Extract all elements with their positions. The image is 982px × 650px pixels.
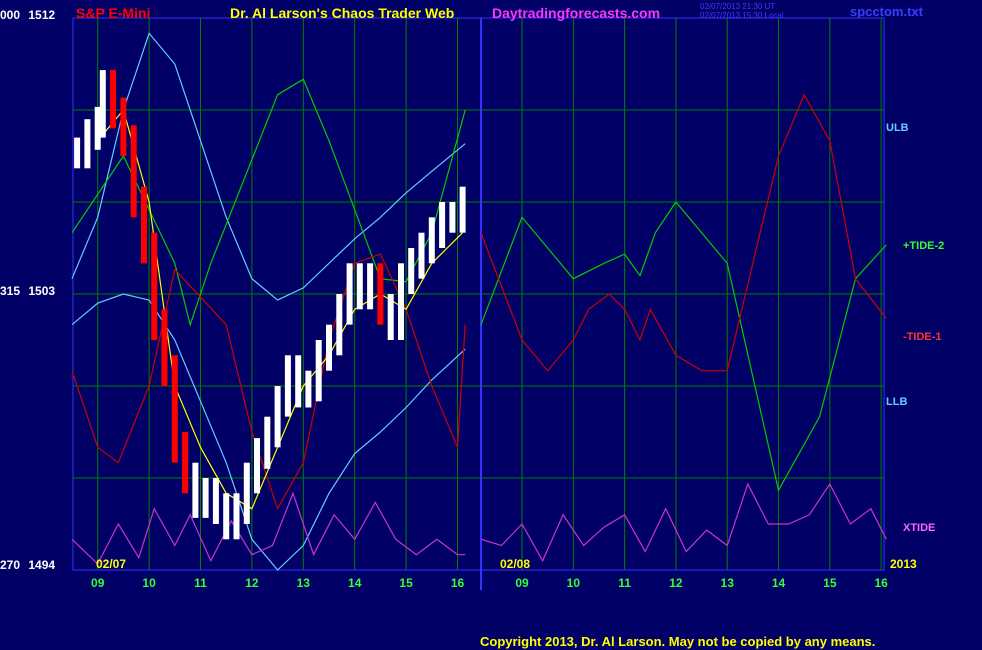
price-bar: [449, 202, 456, 233]
label-ulb: ULB: [886, 122, 909, 134]
data-file-name: spcctom.txt: [850, 4, 923, 19]
price-bar: [315, 340, 322, 402]
price-bar: [84, 119, 91, 169]
price-bar: [192, 462, 199, 518]
label-tide1: -TIDE-1: [903, 331, 942, 343]
price-bar: [326, 324, 332, 371]
price-bar: [295, 355, 302, 408]
price-bar: [202, 478, 209, 518]
price-bar: [94, 106, 101, 150]
price-bar: [182, 432, 189, 494]
price-bar: [171, 355, 178, 463]
y-label-mid-angle: 315: [0, 284, 21, 298]
price-bar: [151, 232, 158, 340]
price-bar: [336, 294, 343, 356]
price-bar: [459, 186, 466, 233]
label-llb: LLB: [886, 396, 908, 408]
copyright-footer: Copyright 2013, Dr. Al Larson. May not b…: [480, 634, 876, 649]
price-bar: [274, 386, 281, 448]
y-label-mid-price: 1503: [28, 284, 56, 298]
label-tide2: +TIDE-2: [903, 240, 945, 252]
y-label-top: 000 1512: [0, 8, 55, 22]
hour-tick-day2: 09: [515, 576, 529, 590]
chart-canvas: 09 10 11 12 13 14 15 16 09 10 11 12 13 14 15 16: [0, 0, 982, 650]
price-bar: [377, 263, 384, 325]
y-label-bottom: 270 1494: [0, 558, 55, 572]
price-bar: [387, 294, 394, 340]
hour-tick-day1: 14: [348, 576, 362, 590]
price-bar: [233, 493, 240, 540]
hour-tick-day1: 11: [194, 576, 207, 590]
hour-tick-day2: 11: [618, 576, 631, 590]
site-link[interactable]: Daytradingforecasts.com: [492, 5, 660, 21]
price-bar: [99, 70, 106, 138]
price-bar: [74, 137, 81, 169]
y-label-top-angle: 000: [0, 8, 21, 22]
price-bar: [367, 263, 374, 310]
y-label-top-price: 1512: [28, 8, 56, 22]
hour-tick-day2: 13: [721, 576, 735, 590]
date-label-day1: 02/07: [96, 557, 127, 571]
hour-tick-day2: 16: [874, 576, 888, 590]
price-bar: [264, 416, 271, 469]
y-label-mid: 315 1503: [0, 284, 55, 298]
price-bar: [141, 186, 147, 264]
price-bar: [418, 232, 425, 279]
price-bar: [130, 125, 137, 218]
hour-tick-day1: 13: [297, 576, 311, 590]
hour-tick-day1: 12: [245, 576, 259, 590]
price-bar: [356, 263, 363, 310]
symbol-title: S&P E-Mini: [76, 5, 151, 21]
price-bar: [161, 309, 168, 386]
price-bar: [346, 263, 353, 325]
hour-tick-day2: 15: [823, 576, 837, 590]
price-bar: [212, 478, 219, 524]
price-bar: [243, 462, 250, 524]
chart-title: Dr. Al Larson's Chaos Trader Web: [230, 5, 455, 21]
hour-tick-day1: 09: [91, 576, 105, 590]
hour-tick-day1: 15: [399, 576, 413, 590]
hour-tick-day1: 10: [142, 576, 156, 590]
date-label-day2: 02/08: [500, 557, 531, 571]
hour-tick-day2: 14: [772, 576, 786, 590]
price-bar: [110, 70, 117, 129]
label-xtide: XTIDE: [903, 522, 936, 534]
price-bar: [120, 97, 127, 156]
time-local: 02/07/2013 15:30 Local: [700, 11, 784, 20]
chart-background: [0, 0, 982, 650]
time-ut: 02/07/2013 21:30 UT: [700, 2, 776, 11]
y-label-bottom-price: 1494: [28, 558, 56, 572]
price-bar: [223, 493, 230, 540]
year-label: 2013: [890, 557, 917, 571]
price-bar: [284, 355, 291, 417]
hour-tick-day2: 12: [669, 576, 683, 590]
hour-tick-day2: 10: [567, 576, 581, 590]
price-bar: [305, 370, 312, 408]
hour-tick-day1: 16: [451, 576, 465, 590]
price-bar: [428, 217, 435, 264]
y-label-bottom-angle: 270: [0, 558, 21, 572]
price-bar: [398, 263, 404, 340]
price-bar: [439, 202, 446, 248]
price-bar: [254, 438, 260, 494]
price-bar: [408, 248, 415, 294]
